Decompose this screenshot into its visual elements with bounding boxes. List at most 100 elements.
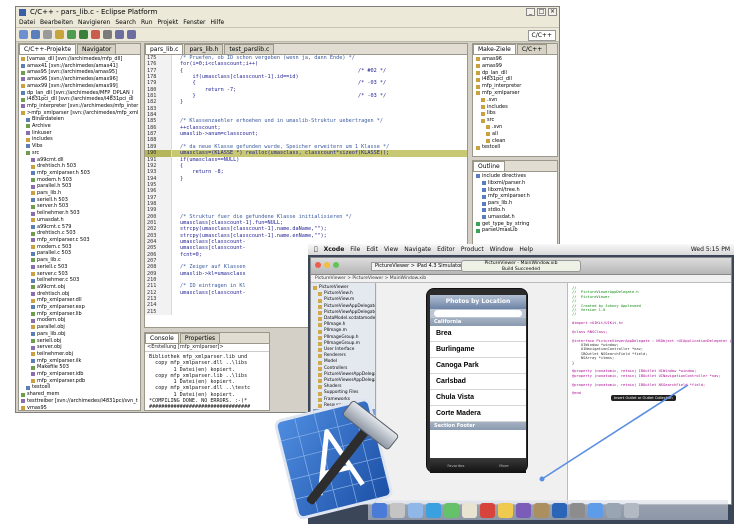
tree-item[interactable]: drehtisch.c 503 — [21, 230, 140, 237]
tree-item[interactable]: Vibs — [21, 143, 140, 150]
tree-item[interactable]: shared_mem — [21, 391, 140, 398]
trash-icon[interactable] — [624, 503, 639, 518]
phone-table-row[interactable]: Chula Vista — [430, 390, 526, 406]
tree-item[interactable]: [vamas_dll [svn://archimedes/mfp_dll] — [21, 56, 140, 63]
scheme-selector[interactable]: PictureViewer > iPad 4.3 Simulator — [371, 262, 467, 271]
menu-item[interactable]: Projekt — [158, 18, 179, 27]
outline-item[interactable]: parseUmasLib — [476, 227, 557, 234]
outline-item[interactable]: mfp_xmlparser.h — [476, 193, 557, 200]
address-book-icon[interactable] — [462, 503, 477, 518]
tree-item[interactable]: pars_lib.obj — [21, 331, 140, 338]
app-store-icon[interactable] — [588, 503, 603, 518]
phone-search-bar[interactable] — [430, 309, 526, 318]
tree-item[interactable]: mfp_xmlparser.exp — [21, 304, 140, 311]
assistant-code[interactable]: //// PictureViewerAppDelegate.h// Pictur… — [568, 283, 731, 396]
outline-item[interactable]: pars_lib.h — [476, 200, 557, 207]
make-target-item[interactable]: amas99 — [476, 63, 557, 70]
outline-item[interactable]: get_type_by_string — [476, 221, 557, 228]
notes-icon[interactable] — [498, 503, 513, 518]
menu-item[interactable]: Fenster — [183, 18, 205, 27]
phone-table-row[interactable]: Burlingame — [430, 342, 526, 358]
make-target-item[interactable]: clean — [476, 138, 557, 145]
tree-item[interactable]: >mfp_xmlparser [svn://archimedes/mfp_xml — [21, 110, 140, 117]
debug-icon[interactable] — [79, 30, 88, 39]
outline-item[interactable]: stdio.h — [476, 207, 557, 214]
tree-item[interactable]: pars_lib.h — [21, 190, 140, 197]
tree-item[interactable]: mfp_interpreter [svn://archimedes/mfp_in… — [21, 103, 140, 110]
make-target-item[interactable]: testcell — [476, 144, 557, 151]
tree-item[interactable]: modem.h 503 — [21, 177, 140, 184]
tree-item[interactable]: amas95 [svn://archimedes/amas95] — [21, 69, 140, 76]
mac-menu-item[interactable]: View — [384, 244, 398, 255]
menu-item[interactable]: Run — [141, 18, 153, 27]
mac-menu-item[interactable]: File — [350, 244, 360, 255]
tree-item[interactable]: modem.obj — [21, 317, 140, 324]
zoom-window-icon[interactable] — [333, 262, 339, 268]
outline-item[interactable]: include directives — [476, 173, 557, 180]
tree-item[interactable]: amax41 [svn://archimedes/amax41] — [21, 63, 140, 70]
tree-item[interactable]: mfp_xmlparser.lib — [21, 311, 140, 318]
close-button[interactable]: × — [548, 8, 557, 16]
tree-item[interactable]: parallel.h 503 — [21, 183, 140, 190]
tree-item[interactable]: amax96 [svn://archimedes/amax96] — [21, 76, 140, 83]
tab[interactable]: test_parslib.c — [224, 44, 275, 54]
make-target-item[interactable]: amas96 — [476, 56, 557, 63]
tree-item[interactable]: amax99 [svn://archimedes/amax99] — [21, 83, 140, 90]
tree-item[interactable]: mfp_xmlparser.ilk — [21, 358, 140, 365]
make-target-item[interactable]: includes — [476, 104, 557, 111]
phone-table-row[interactable]: Canoga Park — [430, 358, 526, 374]
make-target-item[interactable]: src — [476, 117, 557, 124]
mac-menu-item[interactable]: Xcode — [324, 244, 345, 255]
make-target-item[interactable]: mfp_xmlparser — [476, 90, 557, 97]
tree-item[interactable]: server.obj — [21, 344, 140, 351]
tree-item[interactable]: mfp_xmlparser.idb — [21, 371, 140, 378]
navigate-back-icon[interactable] — [115, 30, 124, 39]
tree-item[interactable]: umasdat.h — [21, 217, 140, 224]
tree-item[interactable]: drehtisch.h 503 — [21, 163, 140, 170]
tree-item[interactable]: mfp_xmlparser.dll — [21, 297, 140, 304]
make-target-item[interactable]: mfp_interpreter — [476, 83, 557, 90]
stop-icon[interactable] — [91, 30, 100, 39]
mac-menu-item[interactable]: Help — [519, 244, 533, 255]
maximize-button[interactable]: □ — [537, 8, 546, 16]
new-icon[interactable] — [19, 30, 28, 39]
tree-item[interactable]: a99cmt.c 579 — [21, 224, 140, 231]
make-target-item[interactable]: libs — [476, 110, 557, 117]
search-icon[interactable] — [103, 30, 112, 39]
system-preferences-icon[interactable] — [570, 503, 585, 518]
tab[interactable]: C/C++ — [516, 44, 548, 54]
tree-item[interactable]: Binärdateien — [21, 116, 140, 123]
tree-item[interactable]: a99cmt.dll — [21, 157, 140, 164]
tab[interactable]: pars_lib.c — [145, 44, 184, 54]
mac-menu-item[interactable]: Editor — [437, 244, 455, 255]
tree-item[interactable]: includes — [21, 136, 140, 143]
phone-tab-more[interactable]: More — [499, 463, 508, 468]
tree-item[interactable]: teilnehmer.obj — [21, 351, 140, 358]
facetime-icon[interactable] — [444, 503, 459, 518]
tree-item[interactable]: server.c 503 — [21, 271, 140, 278]
assistant-editor[interactable]: //// PictureViewerAppDelegate.h// Pictur… — [567, 283, 731, 504]
tree-item[interactable]: dp_lan_dll [svn://archimedes/MFP_DPLAN_l — [21, 90, 140, 97]
tab[interactable]: C/C++-Projekte — [19, 44, 77, 54]
close-window-icon[interactable] — [315, 262, 321, 268]
tree-item[interactable]: parallel.c 503 — [21, 250, 140, 257]
tree-item[interactable]: testtreiber [svn://archimedes/i4831pci/s… — [21, 398, 140, 405]
phone-tab-favorites[interactable]: Favorites — [447, 463, 464, 468]
save-icon[interactable] — [31, 30, 40, 39]
tree-item[interactable]: parallel.obj — [21, 324, 140, 331]
make-target-item[interactable]: .svn — [476, 97, 557, 104]
build-icon[interactable] — [55, 30, 64, 39]
make-target-item[interactable]: all — [476, 131, 557, 138]
mac-menu-item[interactable]: Window — [490, 244, 514, 255]
print-icon[interactable] — [43, 30, 52, 39]
menu-item[interactable]: Navigieren — [78, 18, 110, 27]
tree-item[interactable]: Makefile 503 — [21, 364, 140, 371]
tree-item[interactable]: a99cmt.obj — [21, 284, 140, 291]
apple-menu-icon[interactable]:  — [314, 244, 318, 255]
documents-stack-icon[interactable] — [606, 503, 621, 518]
tab[interactable]: Outline — [473, 161, 505, 171]
tree-item[interactable]: seriell.h 503 — [21, 197, 140, 204]
tree-item[interactable]: testcell — [21, 384, 140, 391]
tree-item[interactable]: Archive — [21, 123, 140, 130]
tab[interactable]: Properties — [179, 333, 221, 343]
